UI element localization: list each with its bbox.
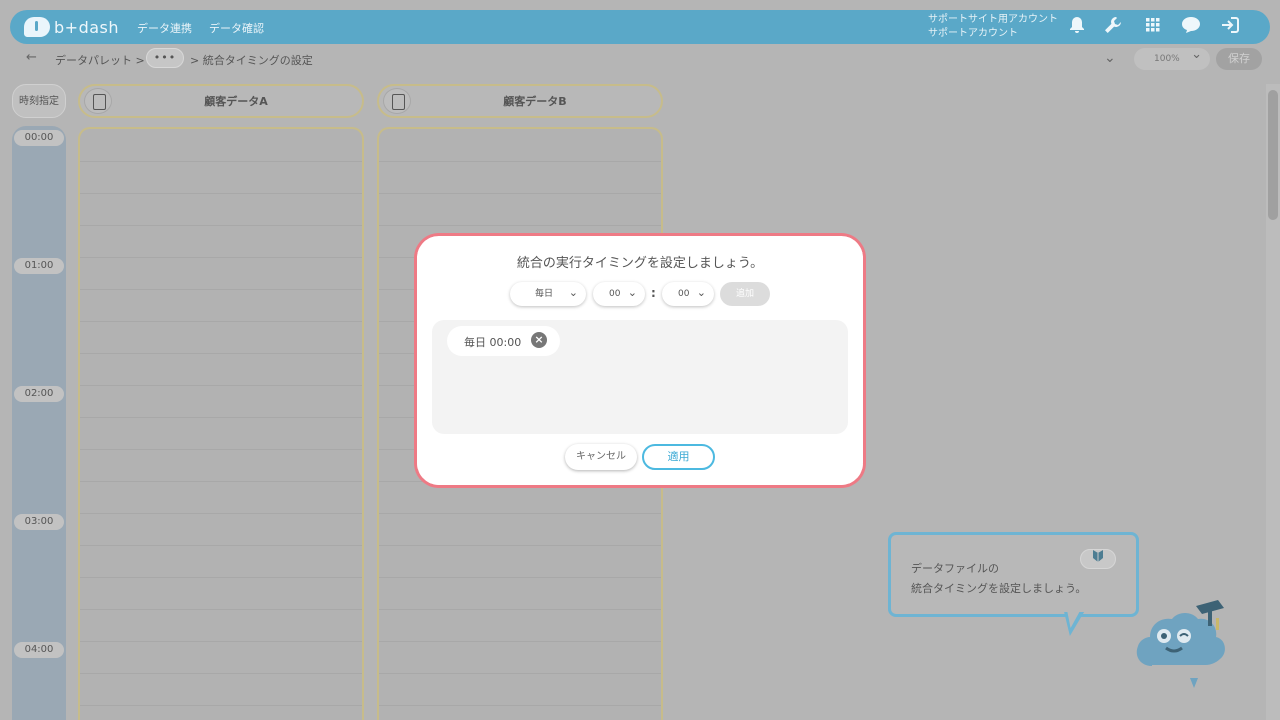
grid-line — [80, 353, 362, 354]
frequency-select[interactable]: 毎日 ⌄ — [510, 282, 586, 306]
grid-line — [80, 609, 362, 610]
apply-button[interactable]: 適用 — [642, 444, 715, 470]
grid-line — [80, 225, 362, 226]
remove-close-icon[interactable]: × — [531, 332, 547, 348]
schedule-chip-label: 毎日 00:00 — [464, 336, 522, 349]
grid-line — [80, 257, 362, 258]
add-button[interactable]: 追加 — [720, 282, 770, 306]
beginner-badge-icon[interactable] — [1080, 549, 1116, 569]
logo-text: b+dash — [54, 17, 119, 37]
time-label-04: 04:00 — [14, 642, 64, 658]
grid-line — [80, 449, 362, 450]
account-info[interactable]: サポートサイト用アカウント サポートアカウント — [928, 13, 1058, 41]
time-label-03: 03:00 — [14, 514, 64, 530]
guide-tooltip: データファイルの 統合タイミングを設定しましょう。 — [888, 532, 1139, 617]
page-scrollbar[interactable] — [1266, 84, 1280, 720]
schedule-chip: 毎日 00:00 × — [447, 326, 560, 356]
time-separator: : — [651, 286, 656, 300]
save-button[interactable]: 保存 — [1216, 48, 1262, 70]
nav-data-check[interactable]: データ確認 — [209, 20, 264, 36]
account-user: サポートアカウント — [928, 28, 1018, 39]
chevron-down-icon: ⌄ — [696, 286, 706, 299]
scrollbar-thumb[interactable] — [1268, 90, 1278, 220]
time-spec-header: 時刻指定 — [12, 84, 66, 118]
grid-line — [80, 161, 362, 162]
breadcrumb-more-button[interactable]: ••• — [146, 48, 184, 68]
column-body-a[interactable] — [78, 127, 364, 720]
tooltip-text: データファイルの 統合タイミングを設定しましょう。 — [911, 559, 1086, 599]
breadcrumb-current: > 統合タイミングの設定 — [190, 54, 313, 67]
logo-cloud-icon — [24, 17, 50, 37]
grid-line — [379, 161, 661, 162]
account-name: サポートサイト用アカウント — [928, 14, 1058, 25]
grid-line — [80, 673, 362, 674]
chevron-down-icon: ⌄ — [568, 286, 578, 299]
schedule-list: 毎日 00:00 × — [432, 320, 848, 434]
grid-line — [379, 225, 661, 226]
cancel-button[interactable]: キャンセル — [565, 444, 637, 470]
top-header: b+dash データ連携 データ確認 サポートサイト用アカウント サポートアカウ… — [10, 10, 1270, 44]
grid-line — [379, 705, 661, 706]
column-title-a: 顧客データA — [204, 95, 268, 108]
grid-line — [80, 513, 362, 514]
grid-line — [379, 513, 661, 514]
chevron-down-icon: ⌄ — [627, 286, 637, 299]
minute-value: 00 — [678, 289, 690, 299]
grid-line — [379, 609, 661, 610]
time-label-00: 00:00 — [14, 130, 64, 146]
file-list-icon — [84, 88, 112, 114]
logout-icon[interactable] — [1219, 16, 1241, 38]
grid-line — [80, 385, 362, 386]
column-header-a: 顧客データA — [78, 84, 364, 118]
column-header-b: 顧客データB — [377, 84, 663, 118]
chevron-down-icon[interactable]: ⌄ — [1104, 50, 1116, 66]
dialog-title: 統合の実行タイミングを設定しましょう。 — [516, 256, 764, 271]
file-list-icon — [383, 88, 411, 114]
grid-line — [80, 577, 362, 578]
time-column — [12, 126, 66, 720]
breadcrumb-root[interactable]: データパレット > — [55, 52, 145, 68]
grid-line — [80, 417, 362, 418]
grid-line — [379, 545, 661, 546]
grid-line — [80, 641, 362, 642]
app-logo[interactable]: b+dash — [24, 16, 124, 38]
nav-data-integration[interactable]: データ連携 — [137, 20, 192, 36]
grid-line — [379, 641, 661, 642]
time-label-02: 02:00 — [14, 386, 64, 402]
grid-line — [80, 705, 362, 706]
grid-line — [379, 577, 661, 578]
frequency-value: 毎日 — [535, 289, 554, 299]
bell-icon[interactable] — [1066, 16, 1088, 38]
column-title-b: 顧客データB — [503, 95, 567, 108]
grid-line — [379, 193, 661, 194]
hour-value: 00 — [609, 289, 621, 299]
tooltip-line-1: データファイルの — [911, 562, 999, 575]
zoom-select[interactable]: 100% — [1134, 44, 1210, 70]
tooltip-line-2: 統合タイミングを設定しましょう。 — [911, 582, 1087, 595]
grid-line — [80, 321, 362, 322]
grid-line — [80, 545, 362, 546]
breadcrumb-toolbar: ← データパレット > ••• > 統合タイミングの設定 ⌄ 100% 保存 — [0, 44, 1270, 74]
mascot-cloud-icon — [1136, 600, 1225, 688]
timing-dialog: 統合の実行タイミングを設定しましょう。 毎日 ⌄ 00 ⌄ : 00 ⌄ 追加 … — [417, 236, 863, 485]
back-arrow-icon[interactable]: ← — [26, 50, 37, 65]
minute-select[interactable]: 00 ⌄ — [662, 282, 714, 306]
grid-line — [80, 481, 362, 482]
grid-line — [379, 673, 661, 674]
grid-line — [80, 289, 362, 290]
grid-line — [80, 193, 362, 194]
wrench-icon[interactable] — [1102, 16, 1124, 38]
hour-select[interactable]: 00 ⌄ — [593, 282, 645, 306]
support-chat-icon[interactable] — [1180, 16, 1202, 38]
time-label-01: 01:00 — [14, 258, 64, 274]
grid-menu-icon[interactable] — [1142, 16, 1164, 38]
